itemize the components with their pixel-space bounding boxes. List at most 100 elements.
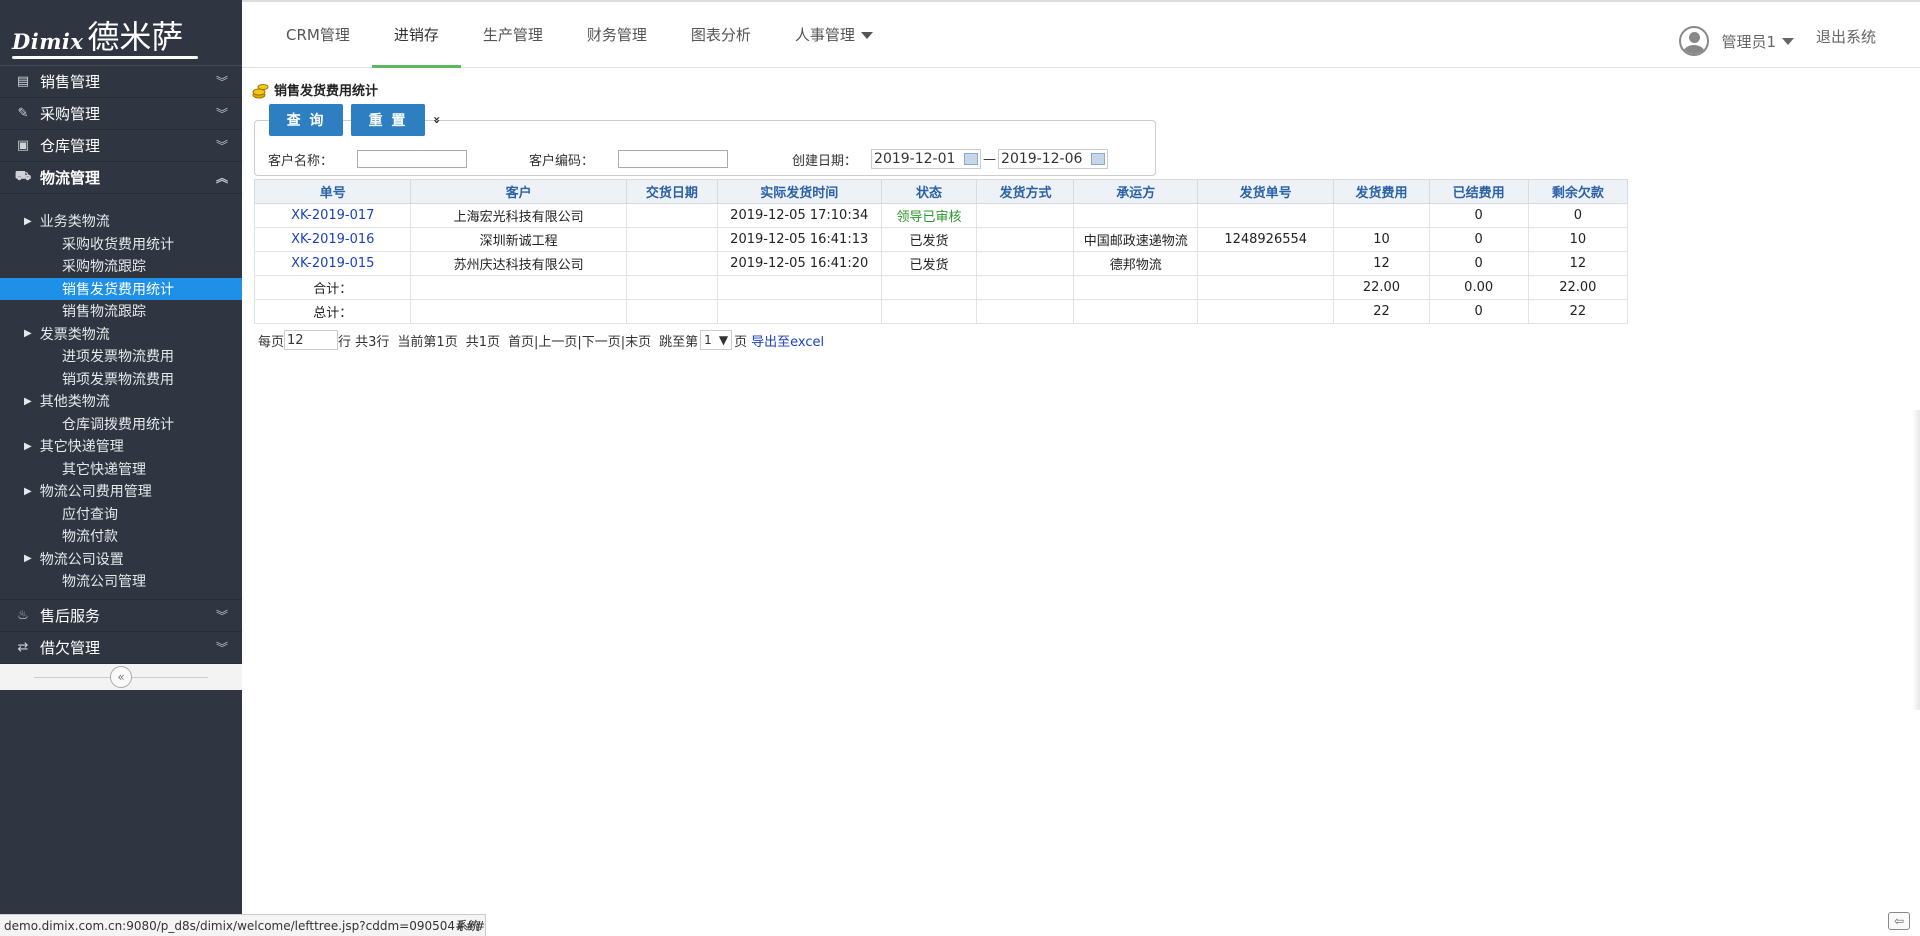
nav-tab[interactable]: 图表分析 bbox=[669, 2, 773, 68]
tree-leaf[interactable]: 销项发票物流费用 bbox=[0, 368, 242, 391]
tree-leaf[interactable]: 进项发票物流费用 bbox=[0, 345, 242, 368]
per-page-input[interactable]: 12 bbox=[284, 330, 339, 350]
column-header[interactable]: 剩余欠款 bbox=[1527, 179, 1629, 204]
table-row: 总计： 22 0 22 bbox=[253, 299, 1629, 324]
table-cell bbox=[716, 275, 882, 300]
page-nav-links[interactable]: 首页|上一页|下一页|末页 bbox=[508, 331, 651, 350]
logistics-submenu: ▶ 业务类物流 采购收货费用统计 采购物流跟踪 销售发货费用统计 销售物流跟踪 ▶ 发票类物流… bbox=[0, 194, 242, 600]
sidebar-item-label: 仓库管理 bbox=[40, 137, 101, 155]
column-header[interactable]: 发货方式 bbox=[976, 179, 1075, 204]
date-from-input[interactable]: 2019-12-01 bbox=[871, 149, 982, 169]
tree-leaf[interactable]: 采购物流跟踪 bbox=[0, 255, 242, 278]
sidebar-item-fire[interactable]: ♨ 售后服务 ︾ bbox=[0, 600, 242, 632]
column-header[interactable]: 发货单号 bbox=[1197, 179, 1335, 204]
tree-leaf[interactable]: 采购收货费用统计 bbox=[0, 233, 242, 256]
customer-name-input[interactable] bbox=[357, 150, 468, 168]
table-row: XK-2019-016 深圳新诚工程 2019-12-05 16:41:13 已发货 中… bbox=[253, 227, 1629, 252]
tree-group[interactable]: ▶ 业务类物流 bbox=[0, 210, 242, 233]
sidebar-item-label: 采购管理 bbox=[40, 105, 101, 123]
calendar-icon[interactable] bbox=[1091, 153, 1106, 165]
tree-group[interactable]: ▶ 物流公司设置 bbox=[0, 548, 242, 571]
logistics-icon: ⛟ bbox=[14, 169, 32, 184]
customer-code-input[interactable] bbox=[618, 150, 729, 168]
tree-group-label: 其他类物流 bbox=[39, 394, 110, 411]
nav-tab[interactable]: 进销存 bbox=[371, 2, 461, 68]
calendar-icon[interactable] bbox=[964, 153, 979, 165]
back-arrow-icon[interactable]: ⇦ bbox=[1888, 912, 1910, 930]
tree-group-label: 发票类物流 bbox=[39, 326, 110, 343]
table-cell: 22 bbox=[1333, 299, 1430, 324]
per-page-label: 每页 bbox=[258, 334, 285, 350]
nav-tab[interactable]: 生产管理 bbox=[461, 2, 565, 68]
page-title: 销售发货费用统计 bbox=[252, 80, 378, 99]
expand-filter-icon[interactable]: » bbox=[430, 116, 444, 124]
logout-link[interactable]: 退出系统 bbox=[1816, 26, 1876, 47]
column-header[interactable]: 已结费用 bbox=[1428, 179, 1529, 204]
table-cell: 10 bbox=[1527, 227, 1629, 252]
filter-buttons: 查 询 重 置 » bbox=[269, 104, 444, 136]
table-row: XK-2019-017 上海宏光科技有限公司 2019-12-05 17:10:34… bbox=[253, 203, 1629, 228]
table-cell bbox=[1073, 299, 1199, 324]
nav-tab-label: 人事管理 bbox=[794, 26, 855, 44]
sidebar-menu-top: ▤ 销售管理 ︾ ✎ 采购管理 ︾ ▣ 仓库管理 ︾ ⛟ 物流管理 ︽ bbox=[0, 66, 242, 194]
retweet-icon: ⇄ bbox=[17, 639, 29, 655]
tree-leaf[interactable]: 仓库调拨费用统计 bbox=[0, 413, 242, 436]
table-cell: 10 bbox=[1333, 227, 1430, 252]
reset-button[interactable]: 重 置 bbox=[351, 104, 425, 136]
table-cell: 2019-12-05 16:41:13 bbox=[716, 227, 882, 252]
nav-tab[interactable]: 财务管理 bbox=[565, 2, 669, 68]
table-cell: 已发货 bbox=[880, 251, 978, 276]
table-cell: 2019-12-05 17:10:34 bbox=[716, 203, 882, 228]
jump-page-select[interactable]: 1 ▼ bbox=[700, 330, 733, 350]
sidebar-item-logistics[interactable]: ⛟ 物流管理 ︽ bbox=[0, 162, 242, 194]
tree-leaf[interactable]: 销售物流跟踪 bbox=[0, 300, 242, 323]
table-cell: 0 bbox=[1428, 299, 1529, 324]
jump-page-value: 1 bbox=[704, 333, 712, 347]
export-excel-link[interactable]: 导出至excel bbox=[751, 331, 824, 350]
logo-underline bbox=[12, 56, 198, 59]
table-row: XK-2019-015 苏州庆达科技有限公司 2019-12-05 16:41:20… bbox=[253, 251, 1629, 276]
date-to-input[interactable]: 2019-12-06 bbox=[998, 149, 1109, 169]
sidebar-item-edit[interactable]: ✎ 采购管理 ︾ bbox=[0, 98, 242, 130]
date-separator: — bbox=[983, 151, 997, 167]
table-cell bbox=[1197, 251, 1335, 276]
user-menu[interactable]: 管理员1 bbox=[1679, 26, 1794, 56]
tree-group[interactable]: ▶ 发票类物流 bbox=[0, 323, 242, 346]
table-cell: 总计： bbox=[253, 299, 412, 324]
column-header[interactable]: 交货日期 bbox=[625, 179, 718, 204]
jump-label: 跳至第 bbox=[659, 334, 699, 350]
tree-leaf[interactable]: 物流公司管理 bbox=[0, 570, 242, 593]
column-header[interactable]: 单号 bbox=[253, 179, 412, 204]
table-cell[interactable]: XK-2019-015 bbox=[253, 251, 412, 276]
sidebar-item-table[interactable]: ▤ 销售管理 ︾ bbox=[0, 66, 242, 98]
column-header[interactable]: 承运方 bbox=[1073, 179, 1199, 204]
user-name: 管理员1 bbox=[1721, 32, 1776, 51]
column-header[interactable]: 发货费用 bbox=[1333, 179, 1430, 204]
table-cell[interactable]: XK-2019-016 bbox=[253, 227, 412, 252]
table-cell: 合计： bbox=[253, 275, 412, 300]
column-header[interactable]: 状态 bbox=[880, 179, 978, 204]
tree-group[interactable]: ▶ 其它快递管理 bbox=[0, 435, 242, 458]
query-button[interactable]: 查 询 bbox=[269, 104, 343, 136]
sidebar-item-retweet[interactable]: ⇄ 借欠管理 ︾ bbox=[0, 632, 242, 664]
collapse-sidebar-icon[interactable]: « bbox=[110, 665, 132, 688]
chevron-down-icon bbox=[1782, 37, 1794, 45]
column-header[interactable]: 实际发货时间 bbox=[716, 179, 882, 204]
tree-group[interactable]: ▶ 物流公司费用管理 bbox=[0, 480, 242, 503]
filter-fields: 客户名称： 客户编码： 创建日期： 2019-12-01 — 2019-12-0… bbox=[268, 149, 1109, 169]
tree-leaf[interactable]: 应付查询 bbox=[0, 503, 242, 526]
table-cell bbox=[880, 275, 978, 300]
table-cell bbox=[1197, 203, 1335, 228]
sidebar-item-warehouse[interactable]: ▣ 仓库管理 ︾ bbox=[0, 130, 242, 162]
sidebar-item-label: 售后服务 bbox=[40, 606, 101, 625]
tree-leaf[interactable]: 销售发货费用统计 bbox=[0, 277, 242, 300]
nav-tab[interactable]: 人事管理 bbox=[773, 2, 895, 68]
tree-leaf[interactable]: 其它快递管理 bbox=[0, 458, 242, 481]
table-cell[interactable]: XK-2019-017 bbox=[253, 203, 412, 228]
tree-leaf[interactable]: 物流付款 bbox=[0, 525, 242, 548]
tree-group[interactable]: ▶ 其他类物流 bbox=[0, 390, 242, 413]
top-nav-tabs: CRM管理 进销存 生产管理 财务管理 图表分析 人事管理 bbox=[242, 2, 1920, 68]
table-cell: 12 bbox=[1527, 251, 1629, 276]
nav-tab[interactable]: CRM管理 bbox=[264, 2, 372, 68]
column-header[interactable]: 客户 bbox=[410, 179, 627, 204]
